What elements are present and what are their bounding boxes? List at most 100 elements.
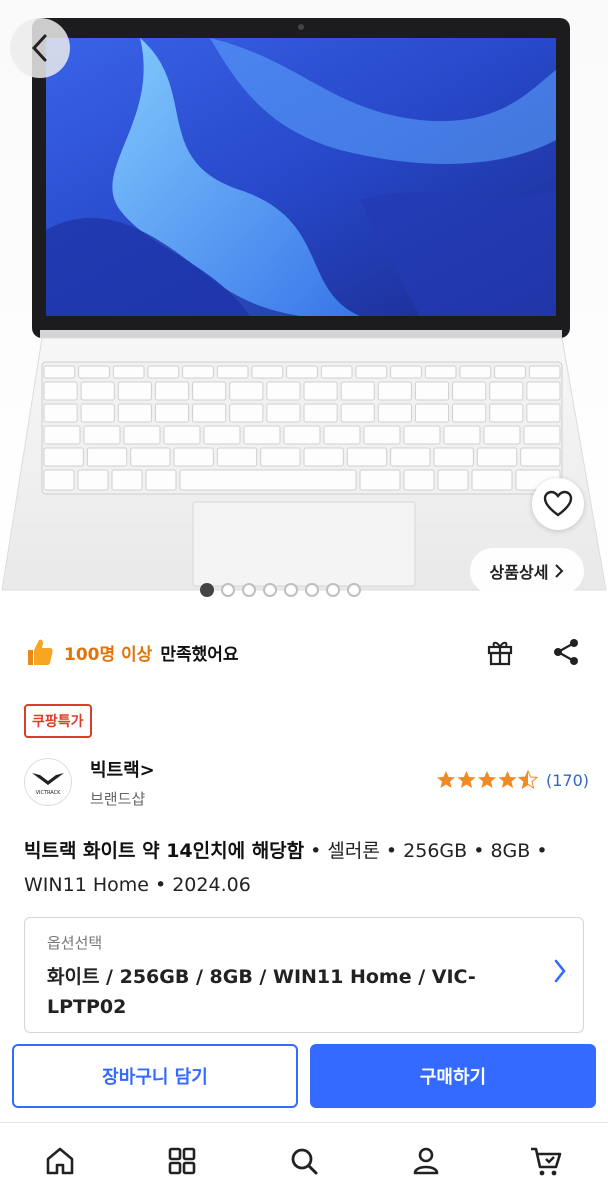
carousel-indicator — [200, 583, 361, 597]
keyboard-key — [43, 447, 84, 467]
keyboard-key — [229, 381, 264, 401]
keyboard-key — [192, 403, 227, 423]
keyboard-key — [216, 365, 249, 379]
keyboard-key — [483, 425, 521, 445]
product-rating[interactable]: (170) — [436, 770, 589, 790]
nav-categories[interactable] — [158, 1137, 206, 1185]
keyboard-key — [83, 425, 121, 445]
keyboard-key — [526, 403, 561, 423]
keyboard-key — [414, 381, 450, 401]
keyboard-key — [471, 469, 513, 491]
carousel-dot[interactable] — [284, 583, 298, 597]
keyboard-key — [203, 425, 241, 445]
keyboard-key — [494, 365, 526, 379]
keyboard-key — [286, 365, 318, 379]
keyboard-key — [303, 403, 338, 423]
keyboard-key — [359, 469, 401, 491]
carousel-dot[interactable] — [326, 583, 340, 597]
keyboard-key — [43, 365, 76, 379]
carousel-dot[interactable] — [305, 583, 319, 597]
keyboard-key — [251, 365, 284, 379]
keyboard-key — [283, 425, 321, 445]
carousel-dot[interactable] — [242, 583, 256, 597]
satisfaction-count: 100명 이상 — [64, 644, 153, 665]
carousel-dot[interactable] — [221, 583, 235, 597]
keyboard-key — [111, 469, 143, 491]
brand-logo-image: VICTRACK — [32, 773, 64, 796]
product-detail-button[interactable]: 상품상세 — [470, 548, 584, 594]
nav-account[interactable] — [402, 1137, 450, 1185]
keyboard-key — [147, 365, 180, 379]
keyboard-key — [403, 425, 441, 445]
gift-button[interactable] — [482, 632, 518, 672]
nav-cart[interactable] — [522, 1137, 570, 1185]
keyboard-key — [340, 381, 375, 401]
keyboard-key — [43, 469, 75, 491]
keyboard-key — [123, 425, 161, 445]
keyboard-key — [520, 447, 561, 467]
back-button[interactable] — [10, 18, 70, 78]
keyboard-key — [433, 447, 474, 467]
keyboard-key — [489, 403, 524, 423]
review-count[interactable]: (170) — [546, 771, 589, 790]
brand-logo[interactable]: VICTRACK — [24, 758, 72, 806]
keyboard-key — [390, 447, 431, 467]
keyboard-key — [390, 365, 422, 379]
keyboard-key — [346, 447, 388, 467]
carousel-dot[interactable] — [263, 583, 277, 597]
keyboard-key — [173, 447, 214, 467]
keyboard-key — [229, 403, 264, 423]
chevron-right-icon — [555, 564, 564, 578]
keyboard-key — [182, 365, 214, 379]
keyboard-key — [452, 381, 487, 401]
home-icon — [46, 1147, 74, 1175]
categories-icon — [168, 1147, 196, 1175]
keyboard-key — [117, 403, 152, 423]
carousel-dot[interactable] — [347, 583, 361, 597]
keyboard-key — [414, 403, 450, 423]
nav-home[interactable] — [36, 1137, 84, 1185]
buy-now-button[interactable]: 구매하기 — [310, 1044, 596, 1108]
keyboard-key — [320, 365, 353, 379]
keyboard-key — [117, 381, 152, 401]
keyboard-key — [43, 381, 78, 401]
keyboard-key — [303, 381, 338, 401]
keyboard-key — [452, 403, 487, 423]
deal-badge: 쿠팡특가 — [24, 704, 92, 738]
bottom-navigation — [0, 1122, 608, 1200]
chevron-right-icon — [554, 959, 566, 983]
keyboard-key — [86, 447, 128, 467]
keyboard-key — [476, 447, 518, 467]
gift-icon — [487, 641, 513, 666]
keyboard-key — [528, 365, 561, 379]
keyboard-key — [377, 403, 412, 423]
cart-icon — [531, 1147, 562, 1176]
keyboard-key — [403, 469, 435, 491]
product-image-carousel[interactable]: 상품상세 — [0, 0, 608, 612]
brand-shop-label: 브랜드샵 — [90, 790, 146, 808]
keyboard-key — [112, 365, 145, 379]
keyboard-key — [192, 381, 227, 401]
add-to-cart-button[interactable]: 장바구니 담기 — [12, 1044, 298, 1108]
keyboard-key — [154, 381, 190, 401]
keyboard-key — [377, 381, 412, 401]
search-icon — [291, 1148, 318, 1175]
keyboard-key — [489, 381, 524, 401]
brand-shop-link[interactable]: 빅트랙> — [90, 756, 155, 782]
keyboard-key — [355, 365, 388, 379]
keyboard-key — [424, 365, 457, 379]
carousel-dot[interactable] — [200, 583, 214, 597]
star-rating-icon — [437, 770, 538, 789]
share-button[interactable] — [548, 632, 584, 672]
keyboard-key — [243, 425, 281, 445]
keyboard-key — [179, 469, 357, 491]
satisfaction-text: 만족했어요 — [160, 644, 239, 665]
product-title-main: 빅트랙 화이트 약 14인치에 해당함 — [24, 840, 305, 862]
keyboard-key — [260, 447, 301, 467]
keyboard-key — [43, 425, 81, 445]
keyboard-key — [163, 425, 201, 445]
option-selector[interactable]: 옵션선택 화이트 / 256GB / 8GB / WIN11 Home / VI… — [24, 917, 584, 1033]
nav-search[interactable] — [280, 1137, 328, 1185]
keyboard-key — [437, 469, 469, 491]
wishlist-button[interactable] — [532, 478, 584, 530]
